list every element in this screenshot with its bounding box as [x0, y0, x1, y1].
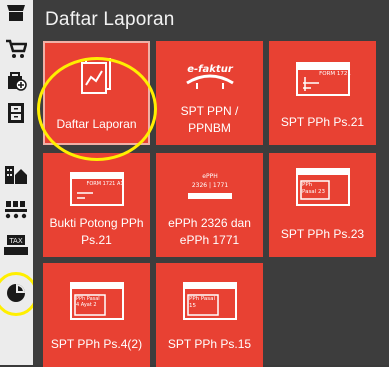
- shop-icon[interactable]: [3, 0, 29, 26]
- epph-line1: ePPH: [202, 173, 217, 180]
- form-caption: PPh Pasal 4 Ayat 2: [75, 296, 100, 308]
- tile-highlight-circle: [37, 57, 157, 161]
- tile-label: SPT PPN / PPNBM: [180, 104, 239, 135]
- tax-icon[interactable]: TAX: [3, 232, 29, 258]
- page-title: Daftar Laporan: [45, 9, 175, 30]
- form-1721-a1-icon: FORM 1721 A1: [43, 171, 150, 207]
- tile-spt-pph-ps4-2[interactable]: PPh Pasal 4 Ayat 2 SPT PPh Ps.4(2): [43, 263, 150, 367]
- tile-bukti-potong-pph-ps21[interactable]: FORM 1721 A1 Bukti Potong PPh Ps.21: [43, 153, 150, 257]
- main-panel: Daftar Laporan Daftar Laporan e-faktur S…: [33, 0, 389, 367]
- form-1721-icon: FORM 1721: [269, 61, 376, 97]
- tile-label: ePPh 2326 dan ePPh 1771: [168, 216, 251, 247]
- form-caption: FORM 1721 A1: [86, 181, 123, 187]
- conveyor-icon[interactable]: [3, 196, 29, 222]
- tile-label: SPT PPh Ps.23: [280, 227, 365, 241]
- sidebar: TAX: [0, 0, 38, 365]
- building-house-icon[interactable]: [3, 161, 29, 187]
- tile-spt-pph-ps23[interactable]: PPh Pasal 23 SPT PPh Ps.23: [269, 153, 376, 257]
- tile-spt-pph-ps15[interactable]: PPh Pasal 15 SPT PPh Ps.15: [156, 263, 263, 367]
- form-caption: PPh Pasal 15: [188, 296, 215, 309]
- cabinet-icon[interactable]: [3, 100, 29, 126]
- cart-icon[interactable]: [3, 36, 29, 62]
- tile-spt-pph-ps21[interactable]: FORM 1721 SPT PPh Ps.21: [269, 41, 376, 145]
- form-caption: FORM 1721: [319, 71, 351, 77]
- efaktur-logo-icon: e-faktur: [156, 61, 263, 91]
- tile-label: Bukti Potong PPh Ps.21: [49, 216, 144, 247]
- tile-epph-2326-1771[interactable]: ePPH 2326 | 1771 ePPh 2326 dan ePPh 1771: [156, 153, 263, 257]
- tile-label: SPT PPh Ps.15: [167, 337, 252, 351]
- form-caption: PPh Pasal 23: [301, 182, 325, 195]
- pph-pasal-4-ayat-2-icon: PPh Pasal 4 Ayat 2: [43, 281, 150, 321]
- tile-label: SPT PPh Ps.4(2): [50, 337, 143, 351]
- tile-spt-ppn-ppnbm[interactable]: e-faktur SPT PPN / PPNBM: [156, 41, 263, 145]
- epph-icon: ePPH 2326 | 1771: [156, 169, 263, 203]
- pph-pasal-23-icon: PPh Pasal 23: [269, 167, 376, 207]
- efaktur-brand-text: e-faktur: [187, 64, 234, 75]
- svg-text:TAX: TAX: [8, 237, 23, 245]
- tile-label: SPT PPh Ps.21: [280, 115, 365, 129]
- pph-pasal-15-icon: PPh Pasal 15: [156, 281, 263, 321]
- epph-line2: 2326 | 1771: [191, 182, 228, 189]
- bag-add-icon[interactable]: [3, 67, 29, 93]
